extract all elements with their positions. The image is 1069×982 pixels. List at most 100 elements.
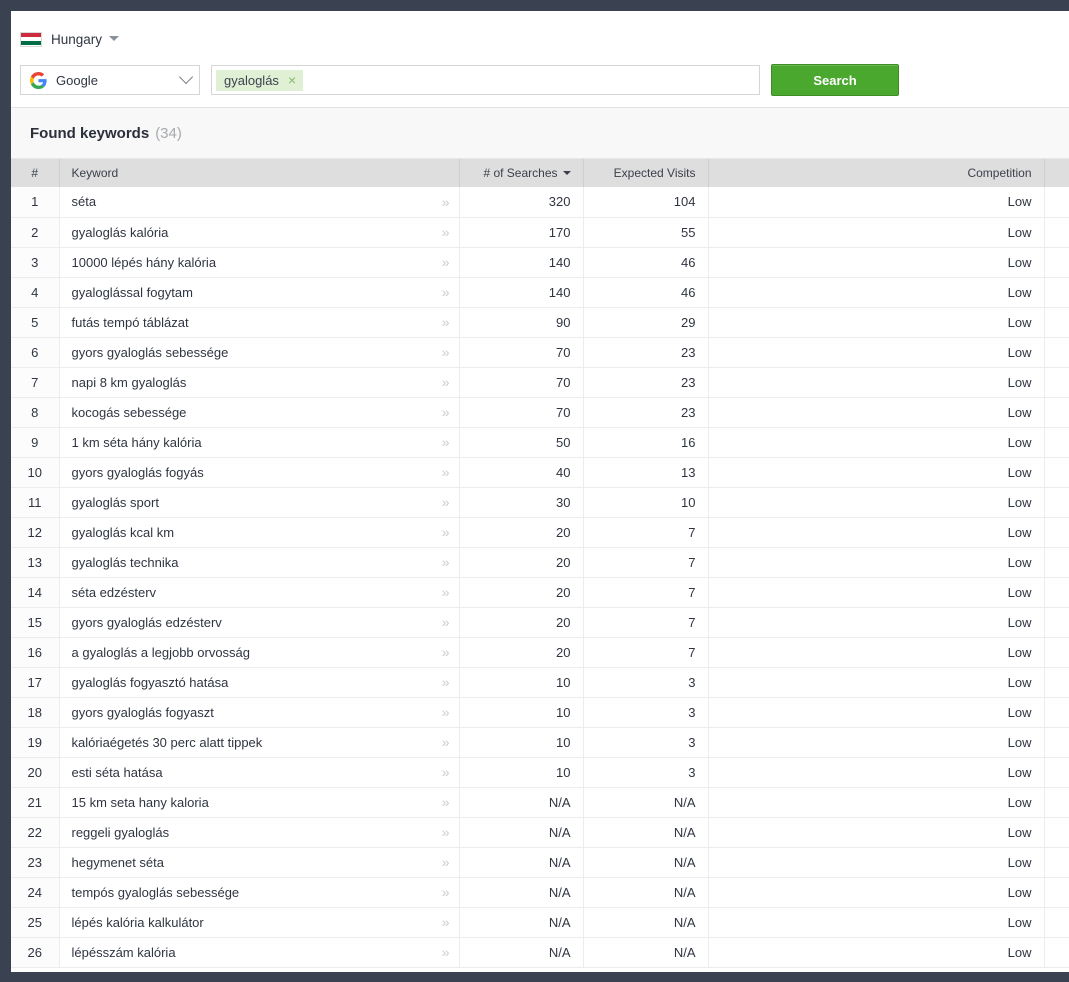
column-header-competition[interactable]: Competition xyxy=(708,159,1045,187)
table-row[interactable]: 6 gyors gyaloglás sebessége » 70 23 Low xyxy=(11,337,1069,368)
cell-keyword[interactable]: gyors gyaloglás fogyás » xyxy=(59,457,460,488)
cell-extra xyxy=(1044,217,1069,248)
expand-chevrons-icon[interactable]: » xyxy=(442,344,450,360)
expand-chevrons-icon[interactable]: » xyxy=(442,464,450,480)
country-name-label: Hungary xyxy=(51,31,103,47)
expand-chevrons-icon[interactable]: » xyxy=(442,914,450,930)
keyword-text: futás tempó táblázat xyxy=(71,314,189,330)
cell-expected-visits: N/A xyxy=(583,877,709,908)
column-header-searches[interactable]: # of Searches xyxy=(459,159,584,187)
expand-chevrons-icon[interactable]: » xyxy=(442,764,450,780)
country-selector[interactable]: Hungary xyxy=(20,31,120,47)
cell-keyword[interactable]: gyaloglás kalória » xyxy=(59,217,460,248)
cell-keyword[interactable]: gyaloglás fogyasztó hatása » xyxy=(59,667,460,698)
expand-chevrons-icon[interactable]: » xyxy=(442,824,450,840)
close-icon[interactable]: × xyxy=(288,73,296,87)
table-row[interactable]: 3 10000 lépés hány kalória » 140 46 Low xyxy=(11,247,1069,278)
table-row[interactable]: 16 a gyaloglás a legjobb orvosság » 20 7 Low xyxy=(11,637,1069,668)
search-engine-select[interactable]: Google xyxy=(20,65,200,95)
expand-chevrons-icon[interactable]: » xyxy=(442,944,450,960)
expand-chevrons-icon[interactable]: » xyxy=(442,644,450,660)
keyword-input[interactable]: gyaloglás × xyxy=(211,65,760,95)
table-row[interactable]: 18 gyors gyaloglás fogyaszt » 10 3 Low xyxy=(11,697,1069,728)
table-row[interactable]: 24 tempós gyaloglás sebessége» N/A N/A Low xyxy=(11,877,1069,908)
expand-chevrons-icon[interactable]: » xyxy=(442,194,450,210)
table-row[interactable]: 8 kocogás sebessége » 70 23 Low xyxy=(11,397,1069,428)
table-row[interactable]: 20 esti séta hatása » 10 3 Low xyxy=(11,757,1069,788)
expand-chevrons-icon[interactable]: » xyxy=(442,704,450,720)
table-row[interactable]: 21 15 km seta hany kaloria» N/A N/A Low xyxy=(11,787,1069,818)
expand-chevrons-icon[interactable]: » xyxy=(442,884,450,900)
table-row[interactable]: 22 reggeli gyaloglás» N/A N/A Low xyxy=(11,817,1069,848)
expand-chevrons-icon[interactable]: » xyxy=(442,554,450,570)
table-row[interactable]: 12 gyaloglás kcal km » 20 7 Low xyxy=(11,517,1069,548)
table-row[interactable]: 26 lépésszám kalória» N/A N/A Low xyxy=(11,937,1069,968)
table-row[interactable]: 13 gyaloglás technika » 20 7 Low xyxy=(11,547,1069,578)
table-row[interactable]: 9 1 km séta hány kalória » 50 16 Low xyxy=(11,427,1069,458)
expand-chevrons-icon[interactable]: » xyxy=(442,434,450,450)
expand-chevrons-icon[interactable]: » xyxy=(442,284,450,300)
table-row[interactable]: 2 gyaloglás kalória » 170 55 Low xyxy=(11,217,1069,248)
table-row[interactable]: 14 séta edzésterv » 20 7 Low xyxy=(11,577,1069,608)
cell-keyword[interactable]: napi 8 km gyaloglás » xyxy=(59,367,460,398)
cell-keyword[interactable]: kalóriaégetés 30 perc alatt tippek » xyxy=(59,727,460,758)
cell-keyword[interactable]: kocogás sebessége » xyxy=(59,397,460,428)
table-row[interactable]: 17 gyaloglás fogyasztó hatása » 10 3 Low xyxy=(11,667,1069,698)
table-row[interactable]: 25 lépés kalória kalkulátor» N/A N/A Low xyxy=(11,907,1069,938)
table-row[interactable]: 5 futás tempó táblázat » 90 29 Low xyxy=(11,307,1069,338)
cell-keyword[interactable]: 15 km seta hany kaloria » xyxy=(59,787,460,818)
expand-chevrons-icon[interactable]: » xyxy=(442,794,450,810)
cell-keyword[interactable]: 1 km séta hány kalória » xyxy=(59,427,460,458)
cell-competition: Low xyxy=(708,337,1045,368)
cell-extra xyxy=(1044,397,1069,428)
cell-keyword[interactable]: gyaloglás technika » xyxy=(59,547,460,578)
cell-keyword[interactable]: 10000 lépés hány kalória » xyxy=(59,247,460,278)
table-row[interactable]: 11 gyaloglás sport » 30 10 Low xyxy=(11,487,1069,518)
keyword-text: 10000 lépés hány kalória xyxy=(71,254,217,270)
keyword-text: kocogás sebessége xyxy=(71,404,187,420)
cell-keyword[interactable]: gyaloglás sport » xyxy=(59,487,460,518)
cell-keyword[interactable]: gyors gyaloglás sebessége » xyxy=(59,337,460,368)
table-row[interactable]: 19 kalóriaégetés 30 perc alatt tippek » 10 3… xyxy=(11,727,1069,758)
expand-chevrons-icon[interactable]: » xyxy=(442,734,450,750)
expand-chevrons-icon[interactable]: » xyxy=(442,674,450,690)
cell-keyword[interactable]: gyaloglással fogytam » xyxy=(59,277,460,308)
cell-keyword[interactable]: séta » xyxy=(59,187,460,218)
cell-keyword[interactable]: tempós gyaloglás sebessége » xyxy=(59,877,460,908)
cell-keyword[interactable]: a gyaloglás a legjobb orvosság » xyxy=(59,637,460,668)
table-row[interactable]: 10 gyors gyaloglás fogyás » 40 13 Low xyxy=(11,457,1069,488)
cell-keyword[interactable]: reggeli gyaloglás » xyxy=(59,817,460,848)
cell-expected-visits: 23 xyxy=(583,337,709,368)
table-row[interactable]: 23 hegymenet séta» N/A N/A Low xyxy=(11,847,1069,878)
cell-keyword[interactable]: séta edzésterv » xyxy=(59,577,460,608)
cell-keyword[interactable]: gyors gyaloglás edzésterv » xyxy=(59,607,460,638)
expand-chevrons-icon[interactable]: » xyxy=(442,314,450,330)
expand-chevrons-icon[interactable]: » xyxy=(442,494,450,510)
cell-searches: N/A xyxy=(459,877,584,908)
expand-chevrons-icon[interactable]: » xyxy=(442,374,450,390)
expand-chevrons-icon[interactable]: » xyxy=(442,524,450,540)
expand-chevrons-icon[interactable]: » xyxy=(442,254,450,270)
cell-searches: 70 xyxy=(459,367,584,398)
search-button[interactable]: Search xyxy=(771,64,899,96)
cell-keyword[interactable]: lépésszám kalória » xyxy=(59,937,460,968)
cell-searches: 90 xyxy=(459,307,584,338)
column-header-keyword[interactable]: Keyword xyxy=(59,159,460,187)
expand-chevrons-icon[interactable]: » xyxy=(442,854,450,870)
expand-chevrons-icon[interactable]: » xyxy=(442,584,450,600)
cell-keyword[interactable]: hegymenet séta » xyxy=(59,847,460,878)
cell-keyword[interactable]: lépés kalória kalkulátor » xyxy=(59,907,460,938)
expand-chevrons-icon[interactable]: » xyxy=(442,224,450,240)
cell-keyword[interactable]: esti séta hatása » xyxy=(59,757,460,788)
table-row[interactable]: 7 napi 8 km gyaloglás » 70 23 Low xyxy=(11,367,1069,398)
table-row[interactable]: 1 séta » 320 104 Low xyxy=(11,187,1069,218)
table-row[interactable]: 15 gyors gyaloglás edzésterv » 20 7 Low xyxy=(11,607,1069,638)
cell-competition: Low xyxy=(708,487,1045,518)
column-header-visits[interactable]: Expected Visits xyxy=(583,159,709,187)
expand-chevrons-icon[interactable]: » xyxy=(442,404,450,420)
cell-keyword[interactable]: gyors gyaloglás fogyaszt » xyxy=(59,697,460,728)
cell-keyword[interactable]: futás tempó táblázat » xyxy=(59,307,460,338)
cell-keyword[interactable]: gyaloglás kcal km » xyxy=(59,517,460,548)
table-row[interactable]: 4 gyaloglással fogytam » 140 46 Low xyxy=(11,277,1069,308)
expand-chevrons-icon[interactable]: » xyxy=(442,614,450,630)
